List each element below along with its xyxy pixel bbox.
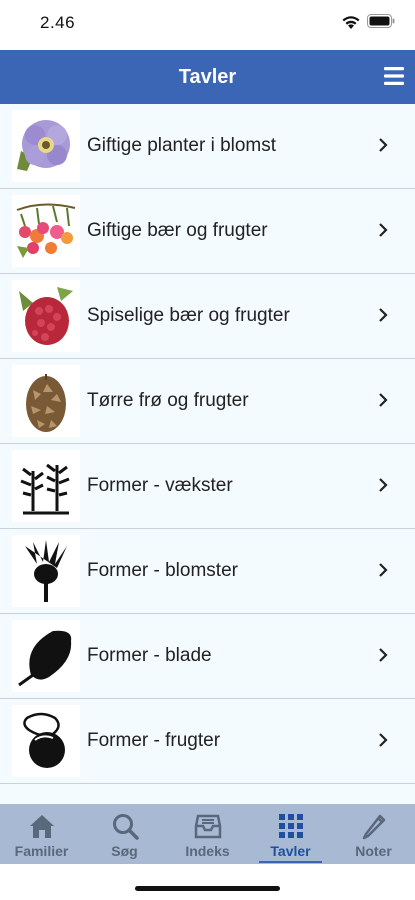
inbox-icon [194,814,221,839]
chevron-right-icon [379,648,388,662]
tab-bar: Familier Søg Indeks Tavler Noter [0,804,415,864]
status-time: 2.46 [40,13,76,32]
house-icon [29,815,54,838]
fruit-silhouette-icon [12,705,80,777]
app-header: Tavler [0,50,415,104]
active-tab-indicator [259,861,322,863]
chevron-right-icon [379,223,388,237]
chevron-right-icon [379,308,388,322]
list-item[interactable]: Giftige bær og frugter [0,189,415,274]
home-indicator[interactable] [135,886,280,891]
page-title: Tavler [178,66,237,88]
tab-tavler[interactable]: Tavler [249,804,332,864]
status-bar: 2.46 [0,0,415,50]
pine-cone-icon [12,365,80,437]
list-item-label: Giftige bær og frugter [87,220,268,241]
list-item-label: Former - frugter [87,730,221,751]
tab-label: Søg [111,843,138,859]
tab-label: Tavler [270,843,311,859]
list-item-label: Former - blomster [87,560,238,581]
chevron-right-icon [379,138,388,152]
chevron-right-icon [379,393,388,407]
chevron-right-icon [379,478,388,492]
list-item[interactable]: Spiselige bær og frugter [0,274,415,359]
chevron-right-icon [379,733,388,747]
tab-label: Familier [14,843,69,859]
pencil-icon [362,814,385,840]
magnifier-icon [112,814,139,840]
list-item[interactable]: Former - vækster [0,444,415,529]
leaf-silhouette-icon [12,620,80,692]
list-item-label: Spiselige bær og frugter [87,305,290,326]
tab-indeks[interactable]: Indeks [166,804,249,864]
tab-label: Noter [355,843,392,859]
wifi-icon [342,16,360,29]
battery-icon [367,14,395,28]
plant-silhouette-icon [12,450,80,522]
list-item-label: Former - blade [87,645,212,666]
flower-silhouette-icon [12,535,80,607]
list-item[interactable]: Giftige planter i blomst [0,104,415,189]
tab-sog[interactable]: Søg [83,804,166,864]
list-item[interactable]: Former - blade [0,614,415,699]
raspberry-icon [12,280,80,352]
home-indicator-area [0,864,415,900]
grid-icon [278,814,303,838]
red-berries-icon [12,195,80,267]
list-item-partial[interactable] [0,784,415,804]
purple-flower-icon [12,110,80,182]
list-item[interactable]: Former - frugter [0,699,415,784]
list-item-label: Tørre frø og frugter [87,390,249,411]
list-item-label: Giftige planter i blomst [87,135,277,156]
list-item[interactable]: Former - blomster [0,529,415,614]
tab-noter[interactable]: Noter [332,804,415,864]
list-item-label: Former - vækster [87,475,233,496]
tab-label: Indeks [185,843,230,859]
chevron-right-icon [379,563,388,577]
list-item[interactable]: Tørre frø og frugter [0,359,415,444]
tavler-list: Giftige planter i blomst Giftige bær og … [0,104,415,804]
hamburger-menu-icon[interactable] [383,65,405,87]
tab-familier[interactable]: Familier [0,804,83,864]
